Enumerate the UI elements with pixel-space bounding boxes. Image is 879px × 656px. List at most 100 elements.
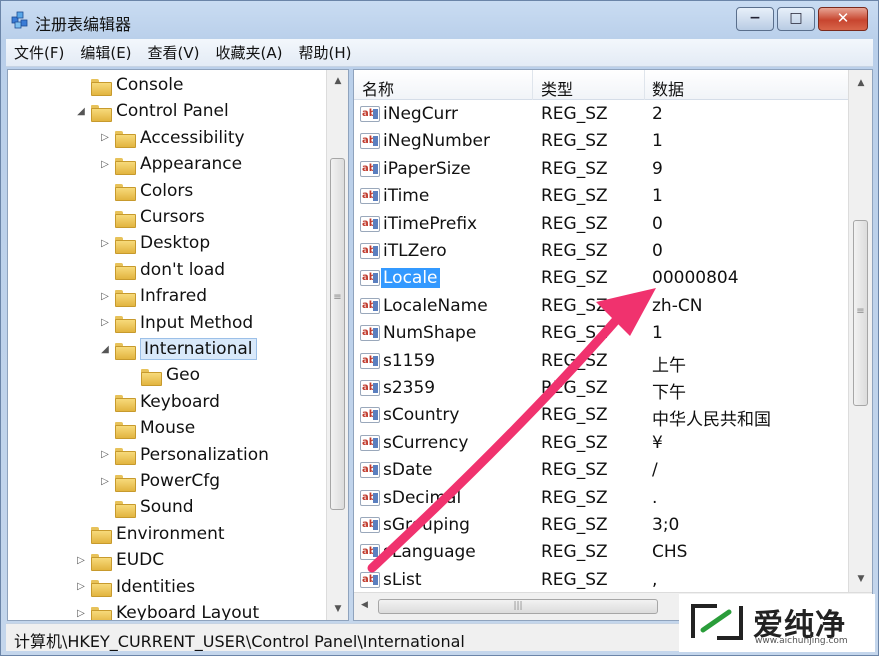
tree-node[interactable]: ◢ Control Panel bbox=[74, 98, 229, 124]
column-separator[interactable] bbox=[532, 70, 533, 100]
value-row[interactable]: ab iTLZero REG_SZ 0 bbox=[354, 238, 850, 265]
expand-arrow-icon[interactable]: ▷ bbox=[98, 476, 112, 487]
expand-arrow-icon[interactable]: ▷ bbox=[74, 608, 88, 619]
tree-node[interactable]: ▷ EUDC bbox=[74, 547, 164, 573]
tree-node[interactable]: don't load bbox=[98, 257, 225, 283]
menu-view[interactable]: 查看(V) bbox=[140, 42, 208, 63]
value-row[interactable]: ab Locale REG_SZ 00000804 bbox=[354, 265, 850, 292]
string-value-icon: ab bbox=[360, 270, 380, 287]
value-row[interactable]: ab sCountry REG_SZ 中华人民共和国 bbox=[354, 402, 850, 430]
value-type: REG_SZ bbox=[541, 405, 608, 426]
expand-arrow-icon[interactable]: ◢ bbox=[74, 106, 88, 117]
scroll-down-arrow-icon[interactable]: ▼ bbox=[849, 574, 872, 584]
value-row[interactable]: ab sDate REG_SZ / bbox=[354, 457, 850, 484]
maximize-button[interactable]: □ bbox=[777, 7, 815, 31]
values-list-pane[interactable]: 名称 类型 数据 ab iNegCurr REG_SZ 2 ab iNegNumber RE… bbox=[353, 69, 873, 621]
tree-node[interactable]: ▷ Personalization bbox=[98, 442, 269, 468]
tree-node[interactable]: ▷ Appearance bbox=[98, 151, 242, 177]
maximize-icon: □ bbox=[789, 10, 803, 26]
value-row[interactable]: ab sGrouping REG_SZ 3;0 bbox=[354, 512, 850, 539]
value-row[interactable]: ab s1159 REG_SZ 上午 bbox=[354, 348, 850, 376]
tree-node-label: Console bbox=[116, 75, 184, 95]
list-hscroll-thumb[interactable]: ||| bbox=[378, 599, 658, 614]
tree-node[interactable]: ▷ Infrared bbox=[98, 283, 207, 309]
value-data: . bbox=[652, 487, 658, 508]
tree-node[interactable]: Cursors bbox=[98, 204, 205, 230]
watermark-url: www.aichunjing.com bbox=[755, 636, 848, 646]
scroll-down-arrow-icon[interactable]: ▼ bbox=[327, 604, 348, 614]
value-row[interactable]: ab sLanguage REG_SZ CHS bbox=[354, 539, 850, 566]
tree-node[interactable]: Keyboard bbox=[98, 389, 220, 415]
key-tree-pane[interactable]: Console ◢ Control Panel ▷ Accessibility ▷ Appe… bbox=[7, 69, 349, 621]
folder-icon bbox=[114, 473, 136, 492]
expand-arrow-icon[interactable]: ▷ bbox=[98, 449, 112, 460]
string-value-icon: ab bbox=[360, 325, 380, 342]
value-row[interactable]: ab s2359 REG_SZ 下午 bbox=[354, 375, 850, 403]
scroll-up-arrow-icon[interactable]: ▲ bbox=[849, 78, 872, 88]
folder-icon bbox=[114, 129, 136, 149]
tree-node-label: Accessibility bbox=[140, 127, 245, 148]
folder-icon bbox=[114, 420, 136, 439]
tree-node[interactable]: Mouse bbox=[98, 415, 195, 441]
tree-node-label: Sound bbox=[140, 497, 194, 518]
title-bar[interactable]: 注册表编辑器 − □ ✕ bbox=[1, 1, 878, 39]
tree-node[interactable]: ▷ Identities bbox=[74, 574, 195, 600]
menu-help[interactable]: 帮助(H) bbox=[290, 42, 359, 63]
tree-node[interactable]: ▷ Accessibility bbox=[98, 125, 245, 151]
value-row[interactable]: ab sList REG_SZ, bbox=[354, 567, 850, 594]
column-separator[interactable] bbox=[644, 70, 645, 100]
expand-arrow-icon[interactable]: ▷ bbox=[98, 238, 112, 249]
value-data: ¥ bbox=[652, 432, 663, 453]
minimize-button[interactable]: − bbox=[736, 7, 774, 31]
value-row[interactable]: ab sDecimal REG_SZ. bbox=[354, 485, 850, 512]
tree-node[interactable]: Geo bbox=[124, 362, 200, 388]
value-type: REG_SZ bbox=[541, 460, 608, 481]
expand-arrow-icon[interactable]: ▷ bbox=[74, 555, 88, 566]
tree-vertical-scrollbar[interactable]: ▲ ≡ ▼ bbox=[326, 70, 348, 620]
expand-arrow-icon[interactable]: ▷ bbox=[98, 291, 112, 302]
tree-node[interactable]: Colors bbox=[98, 178, 193, 204]
tree-node[interactable]: Sound bbox=[98, 494, 194, 520]
tree-node-label: EUDC bbox=[116, 550, 165, 571]
value-row[interactable]: ab iTime REG_SZ 1 bbox=[354, 183, 850, 210]
folder-icon bbox=[114, 314, 136, 334]
value-row[interactable]: ab sCurrency REG_SZ ¥ bbox=[354, 430, 850, 457]
value-type: REG_SZ bbox=[541, 487, 608, 508]
column-header-data[interactable]: 数据 bbox=[652, 76, 684, 100]
menu-favorites[interactable]: 收藏夹(A) bbox=[208, 42, 291, 63]
value-type: REG_SZ bbox=[541, 213, 608, 234]
scroll-up-arrow-icon[interactable]: ▲ bbox=[327, 76, 348, 86]
value-row[interactable]: ab NumShape REG_SZ 1 bbox=[354, 320, 850, 347]
tree-node[interactable]: ◢ International bbox=[98, 336, 257, 362]
expand-arrow-icon[interactable]: ▷ bbox=[98, 159, 112, 170]
menu-edit[interactable]: 编辑(E) bbox=[72, 42, 139, 63]
expand-arrow-icon[interactable]: ▷ bbox=[74, 581, 88, 592]
expand-arrow-icon[interactable]: ▷ bbox=[98, 317, 112, 328]
column-header-type[interactable]: 类型 bbox=[541, 76, 573, 100]
close-button[interactable]: ✕ bbox=[818, 7, 868, 31]
value-row[interactable]: ab iTimePrefix REG_SZ 0 bbox=[354, 211, 850, 238]
value-row[interactable]: ab iPaperSize REG_SZ 9 bbox=[354, 156, 850, 183]
expand-arrow-icon[interactable]: ▷ bbox=[98, 132, 112, 143]
tree-node[interactable]: ▷ Desktop bbox=[98, 230, 210, 256]
tree-node[interactable]: Console bbox=[74, 72, 184, 98]
scroll-grip-icon: ≡ bbox=[333, 292, 342, 303]
tree-node[interactable]: ▷ PowerCfg bbox=[98, 468, 220, 494]
value-name: NumShape bbox=[383, 323, 477, 344]
column-header-name[interactable]: 名称 bbox=[362, 76, 394, 100]
tree-scroll-thumb[interactable] bbox=[330, 158, 345, 510]
tree-node[interactable]: ▷ Input Method bbox=[98, 310, 253, 336]
scroll-left-arrow-icon[interactable]: ◀ bbox=[361, 600, 368, 610]
folder-icon bbox=[114, 182, 136, 202]
tree-node[interactable]: ▷ Keyboard Layout bbox=[74, 600, 259, 620]
list-vertical-scrollbar[interactable]: ▲ ≡ ▼ bbox=[848, 70, 872, 592]
registry-editor-window: 注册表编辑器 − □ ✕ 文件(F) 编辑(E) 查看(V) 收藏夹(A) 帮助… bbox=[0, 0, 879, 656]
string-value-icon: ab bbox=[360, 160, 380, 177]
menu-file[interactable]: 文件(F) bbox=[6, 42, 72, 63]
expand-arrow-icon[interactable]: ◢ bbox=[98, 344, 112, 355]
value-row[interactable]: ab iNegCurr REG_SZ 2 bbox=[354, 101, 850, 128]
value-row[interactable]: ab iNegNumber REG_SZ 1 bbox=[354, 128, 850, 155]
watermark-mark-icon bbox=[691, 604, 743, 640]
value-row[interactable]: ab LocaleName REG_SZ zh-CN bbox=[354, 293, 850, 320]
tree-node[interactable]: Environment bbox=[74, 521, 225, 547]
